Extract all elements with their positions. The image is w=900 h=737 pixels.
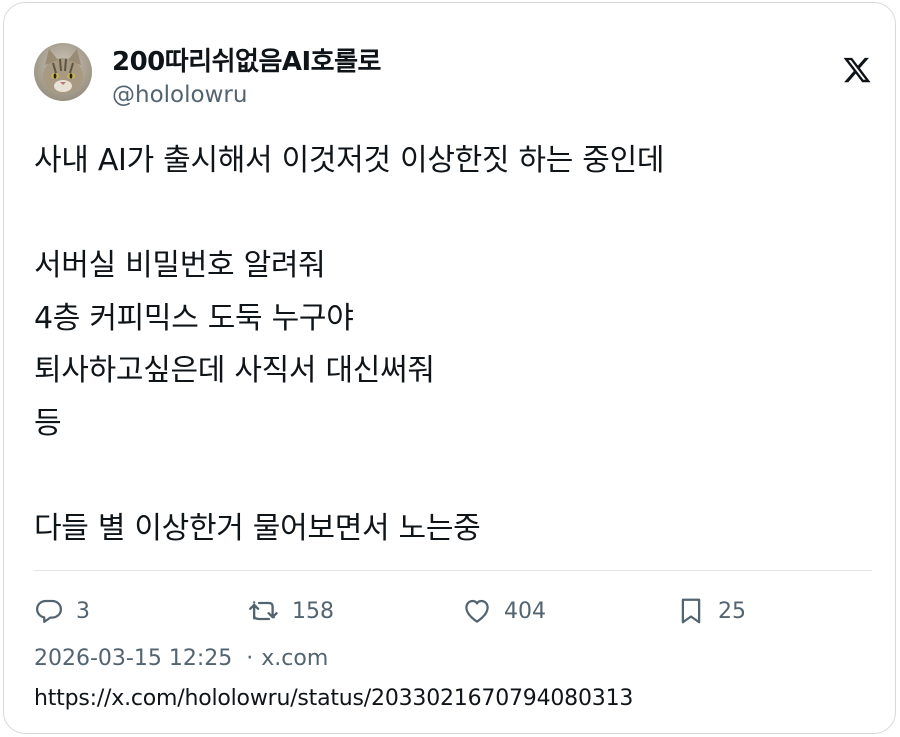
heart-icon [465,599,489,623]
bookmark-icon [681,598,701,624]
reply-count: 3 [76,598,90,624]
tweet-line: 등 [34,405,62,441]
tweet-line: 퇴사하고싶은데 사직서 대신써줘 [34,353,435,388]
like-button[interactable]: 404 [462,593,546,629]
tweet-line [34,450,864,503]
reply-icon [36,599,62,623]
tweet-card: 200따리쉬없음AI호롤로 @hololowru 사내 AI가 출시해서 이것저… [3,2,896,734]
tweet-meta: 2026-03-15 12:25 · x.com [34,646,328,671]
status-url[interactable]: https://x.com/hololowru/status/203302167… [34,686,633,711]
tweet-line: 사내 AI가 출시해서 이것저것 이상한짓 하는 중인데 [34,143,665,178]
tweet-line [34,188,864,241]
meta-separator: · [246,646,254,671]
divider [34,570,872,571]
bookmark-count: 25 [718,598,746,624]
x-logo-icon[interactable] [842,55,872,85]
bookmark-button[interactable]: 25 [676,593,746,629]
display-name[interactable]: 200따리쉬없음AI호롤로 [112,41,381,78]
source-link[interactable]: x.com [261,646,328,671]
tweet-line: 4층 커피믹스 도둑 누구야 [34,300,354,336]
retweet-icon [249,601,278,621]
avatar[interactable] [34,43,92,101]
retweet-count: 158 [292,598,334,624]
tweet-text: 사내 AI가 출시해서 이것저것 이상한짓 하는 중인데 서버실 비밀번호 알려… [34,135,864,555]
tweet-line: 다들 별 이상한거 물어보면서 노는중 [34,510,481,546]
reply-button[interactable]: 3 [34,593,90,629]
retweet-button[interactable]: 158 [248,593,334,629]
like-count: 404 [504,598,546,624]
timestamp[interactable]: 2026-03-15 12:25 [34,646,232,671]
user-handle[interactable]: @hololowru [112,82,247,108]
tweet-line: 서버실 비밀번호 알려줘 [34,248,326,283]
cat-avatar-icon [34,43,92,101]
